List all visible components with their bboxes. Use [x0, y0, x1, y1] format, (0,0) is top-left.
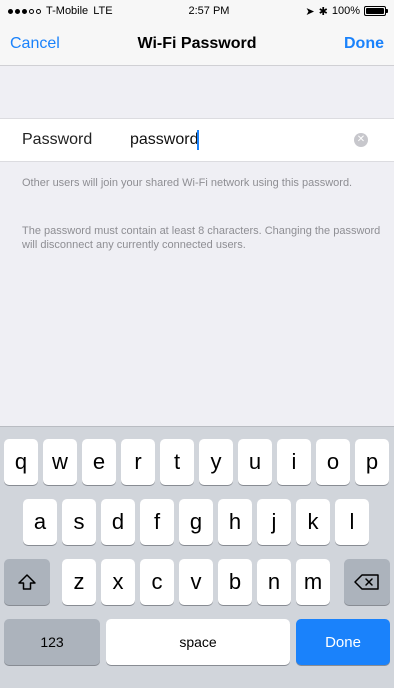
done-button[interactable]: Done — [344, 22, 384, 66]
numbers-key[interactable]: 123 — [4, 619, 100, 665]
page-title: Wi-Fi Password — [137, 34, 257, 52]
key-c[interactable]: c — [140, 559, 174, 605]
password-input[interactable]: password — [130, 130, 346, 150]
key-b[interactable]: b — [218, 559, 252, 605]
keyboard-row-4: 123 space Done — [0, 619, 394, 665]
key-r[interactable]: r — [121, 439, 155, 485]
status-bar: T-Mobile LTE 2:57 PM ➤ ✱ 100% — [0, 0, 394, 22]
keyboard-done-key[interactable]: Done — [296, 619, 390, 665]
key-y[interactable]: y — [199, 439, 233, 485]
key-s[interactable]: s — [62, 499, 96, 545]
backspace-key[interactable] — [344, 559, 390, 605]
carrier-name: T-Mobile — [46, 5, 89, 17]
key-l[interactable]: l — [335, 499, 369, 545]
key-x[interactable]: x — [101, 559, 135, 605]
key-p[interactable]: p — [355, 439, 389, 485]
key-n[interactable]: n — [257, 559, 291, 605]
key-o[interactable]: o — [316, 439, 350, 485]
key-m[interactable]: m — [296, 559, 330, 605]
key-h[interactable]: h — [218, 499, 252, 545]
battery-icon — [364, 6, 388, 16]
location-icon: ➤ — [305, 5, 315, 18]
key-q[interactable]: q — [4, 439, 38, 485]
battery-percent: 100% — [331, 5, 360, 17]
status-right: ➤ ✱ 100% — [305, 5, 388, 18]
keyboard-row-1: q w e r t y u i o p — [0, 439, 394, 485]
key-k[interactable]: k — [296, 499, 330, 545]
backspace-icon — [354, 574, 379, 590]
status-left: T-Mobile LTE — [8, 5, 113, 17]
cancel-button[interactable]: Cancel — [10, 22, 60, 66]
key-a[interactable]: a — [23, 499, 57, 545]
footer-requirements-text: The password must contain at least 8 cha… — [22, 225, 381, 251]
key-z[interactable]: z — [62, 559, 96, 605]
bluetooth-icon: ✱ — [318, 5, 328, 18]
key-t[interactable]: t — [160, 439, 194, 485]
footer-join-text: Other users will join your shared Wi-Fi … — [22, 177, 353, 189]
shift-icon — [18, 574, 36, 590]
key-w[interactable]: w — [43, 439, 77, 485]
network-type: LTE — [93, 5, 113, 17]
key-i[interactable]: i — [277, 439, 311, 485]
password-row: Password password ✕ — [0, 118, 394, 162]
text-caret — [197, 130, 200, 150]
password-label: Password — [22, 131, 93, 148]
keyboard-row-2: a s d f g h j k l — [0, 499, 394, 545]
key-j[interactable]: j — [257, 499, 291, 545]
shift-key[interactable] — [4, 559, 50, 605]
key-u[interactable]: u — [238, 439, 272, 485]
signal-icon — [8, 8, 41, 14]
space-key[interactable]: space — [106, 619, 290, 665]
key-g[interactable]: g — [179, 499, 213, 545]
key-v[interactable]: v — [179, 559, 213, 605]
password-value: password — [130, 131, 199, 148]
key-d[interactable]: d — [101, 499, 135, 545]
nav-bar: Cancel Wi-Fi Password Done — [0, 22, 394, 66]
keyboard: q w e r t y u i o p a s d f g h j k l z … — [0, 426, 394, 688]
status-time: 2:57 PM — [188, 5, 230, 17]
keyboard-row-3: z x c v b n m — [0, 559, 394, 605]
key-e[interactable]: e — [82, 439, 116, 485]
clear-icon[interactable]: ✕ — [354, 133, 368, 147]
key-f[interactable]: f — [140, 499, 174, 545]
